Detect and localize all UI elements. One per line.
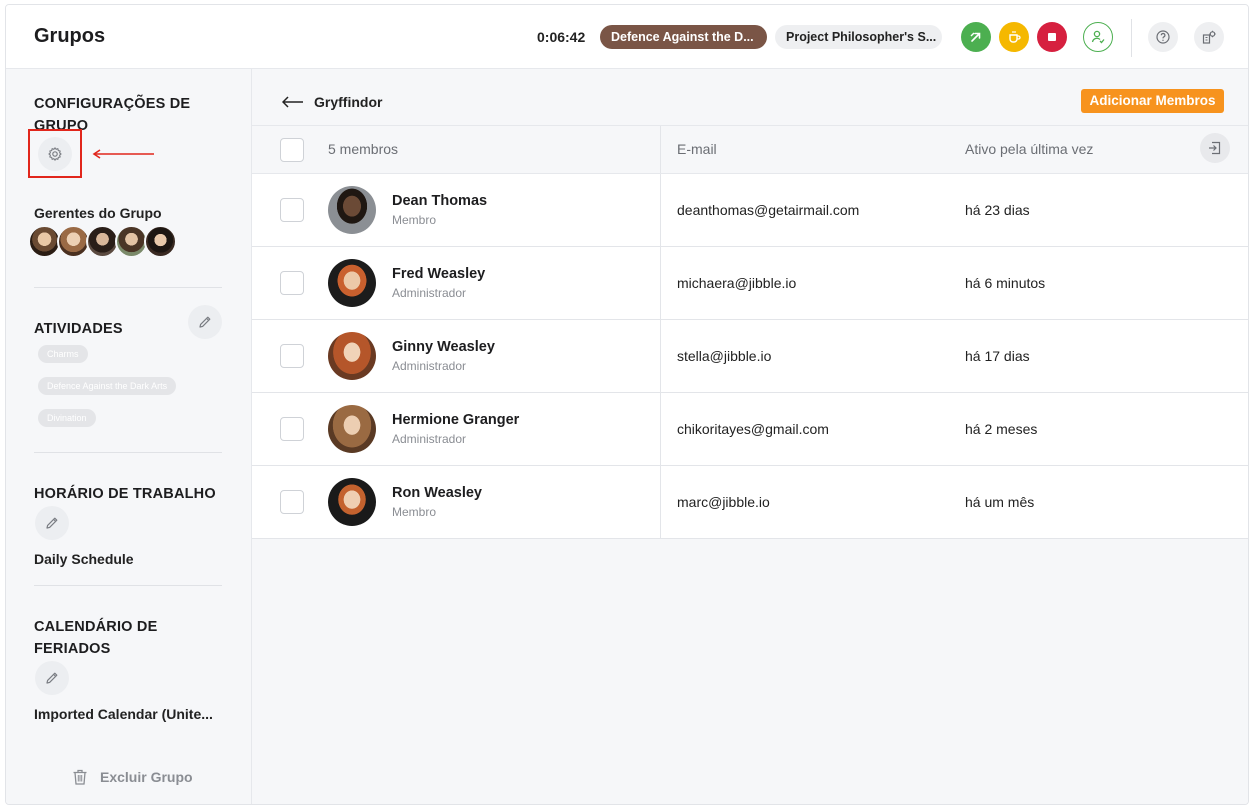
work-schedule-heading: HORÁRIO DE TRABALHO xyxy=(34,486,216,502)
members-panel: Gryffindor Adicionar Membros 5 membros E… xyxy=(252,69,1248,804)
coffee-icon xyxy=(1009,31,1021,43)
member-last-active: há 23 dias xyxy=(965,202,1030,218)
activities-heading: ATIVIDADES xyxy=(34,321,123,337)
stop-timer-button[interactable] xyxy=(1037,22,1067,52)
work-schedule-value: Daily Schedule xyxy=(34,551,134,567)
last-active-column-header: Ativo pela última vez xyxy=(965,141,1094,157)
members-count-header: 5 membros xyxy=(328,141,399,157)
member-role: Membro xyxy=(392,213,437,227)
group-sidebar: CONFIGURAÇÕES DE GRUPO Gerentes do Grupo… xyxy=(6,69,252,804)
members-table: 5 membros E-mail Ativo pela última vez D… xyxy=(252,125,1248,539)
table-header: 5 membros E-mail Ativo pela última vez xyxy=(252,125,1248,174)
member-role: Administrador xyxy=(392,359,467,373)
activity-tag: Divination xyxy=(38,409,96,427)
row-checkbox[interactable] xyxy=(280,490,304,514)
avatar xyxy=(328,405,376,453)
column-divider xyxy=(660,126,661,173)
add-members-button[interactable]: Adicionar Membros xyxy=(1081,89,1224,113)
export-icon xyxy=(1209,141,1221,155)
avatar xyxy=(328,478,376,526)
member-name[interactable]: Ron Weasley xyxy=(392,485,482,501)
avatar[interactable] xyxy=(144,225,177,258)
current-activity-pill[interactable]: Defence Against the D... xyxy=(600,25,767,49)
table-row[interactable]: Ron Weasley Membro marc@jibble.io há um … xyxy=(252,466,1248,539)
member-email: michaera@jibble.io xyxy=(677,275,797,291)
member-name[interactable]: Dean Thomas xyxy=(392,193,487,209)
avatar xyxy=(328,186,376,234)
member-name[interactable]: Hermione Granger xyxy=(392,412,519,428)
member-role: Administrador xyxy=(392,432,467,446)
organization-settings-button[interactable] xyxy=(1194,22,1224,52)
table-row[interactable]: Hermione Granger Administrador chikorita… xyxy=(252,393,1248,466)
arrow-left-icon xyxy=(282,96,303,108)
back-to-groups-link[interactable]: Gryffindor xyxy=(282,94,382,110)
header-divider xyxy=(1131,19,1132,57)
page-title: Grupos xyxy=(34,25,106,47)
export-button[interactable] xyxy=(1200,133,1230,163)
member-last-active: há 2 meses xyxy=(965,421,1038,437)
edit-activities-button[interactable] xyxy=(188,305,222,339)
building-gear-icon xyxy=(1202,30,1216,44)
switch-icon xyxy=(970,32,981,42)
group-managers-heading: Gerentes do Grupo xyxy=(34,205,162,221)
select-all-checkbox[interactable] xyxy=(280,138,304,162)
member-last-active: há 17 dias xyxy=(965,348,1030,364)
member-role: Administrador xyxy=(392,286,467,300)
member-email: chikoritayes@gmail.com xyxy=(677,421,829,437)
column-divider xyxy=(660,174,661,246)
section-divider xyxy=(34,287,222,288)
table-row[interactable]: Fred Weasley Administrador michaera@jibb… xyxy=(252,247,1248,320)
column-divider xyxy=(660,393,661,465)
group-settings-button[interactable] xyxy=(38,137,72,171)
holiday-calendar-heading: CALENDÁRIO DE FERIADOS xyxy=(34,619,158,657)
column-divider xyxy=(660,247,661,319)
trash-icon xyxy=(73,769,87,785)
section-divider xyxy=(34,585,222,586)
avatar xyxy=(328,332,376,380)
row-checkbox[interactable] xyxy=(280,417,304,441)
red-arrow-annotation xyxy=(92,149,154,159)
table-row[interactable]: Dean Thomas Membro deanthomas@getairmail… xyxy=(252,174,1248,247)
edit-work-schedule-button[interactable] xyxy=(35,506,69,540)
table-row[interactable]: Ginny Weasley Administrador stella@jibbl… xyxy=(252,320,1248,393)
switch-activity-button[interactable] xyxy=(961,22,991,52)
row-checkbox[interactable] xyxy=(280,344,304,368)
pencil-icon xyxy=(199,316,211,328)
member-name[interactable]: Ginny Weasley xyxy=(392,339,495,355)
timer-display: 0:06:42 xyxy=(537,29,586,45)
member-last-active: há 6 minutos xyxy=(965,275,1046,291)
clocked-in-users-button[interactable] xyxy=(1083,22,1113,52)
section-divider xyxy=(34,452,222,453)
help-button[interactable] xyxy=(1148,22,1178,52)
member-role: Membro xyxy=(392,505,437,519)
activity-tag: Charms xyxy=(38,345,88,363)
row-checkbox[interactable] xyxy=(280,271,304,295)
column-divider xyxy=(660,466,661,538)
email-column-header: E-mail xyxy=(677,141,717,157)
pencil-icon xyxy=(46,517,58,529)
column-divider xyxy=(660,320,661,392)
break-button[interactable] xyxy=(999,22,1029,52)
gear-icon xyxy=(48,147,62,161)
delete-group-button[interactable]: Excluir Grupo xyxy=(70,767,193,787)
row-checkbox[interactable] xyxy=(280,198,304,222)
delete-group-label: Excluir Grupo xyxy=(100,769,193,785)
holiday-calendar-value: Imported Calendar (Unite... xyxy=(34,706,213,722)
member-name[interactable]: Fred Weasley xyxy=(392,266,485,282)
group-name: Gryffindor xyxy=(314,94,383,110)
top-bar: Grupos 0:06:42 Defence Against the D... … xyxy=(6,5,1248,69)
edit-holiday-calendar-button[interactable] xyxy=(35,661,69,695)
member-last-active: há um mês xyxy=(965,494,1035,510)
pencil-icon xyxy=(46,672,58,684)
current-project-pill[interactable]: Project Philosopher's S... xyxy=(775,25,942,49)
user-check-icon xyxy=(1091,30,1105,44)
activity-tag: Defence Against the Dark Arts xyxy=(38,377,177,395)
member-email: deanthomas@getairmail.com xyxy=(677,202,860,218)
member-email: stella@jibble.io xyxy=(677,348,772,364)
avatar xyxy=(328,259,376,307)
member-email: marc@jibble.io xyxy=(677,494,770,510)
stop-icon xyxy=(1048,33,1056,41)
help-icon xyxy=(1156,30,1170,44)
app-window: Grupos 0:06:42 Defence Against the D... … xyxy=(5,4,1249,805)
